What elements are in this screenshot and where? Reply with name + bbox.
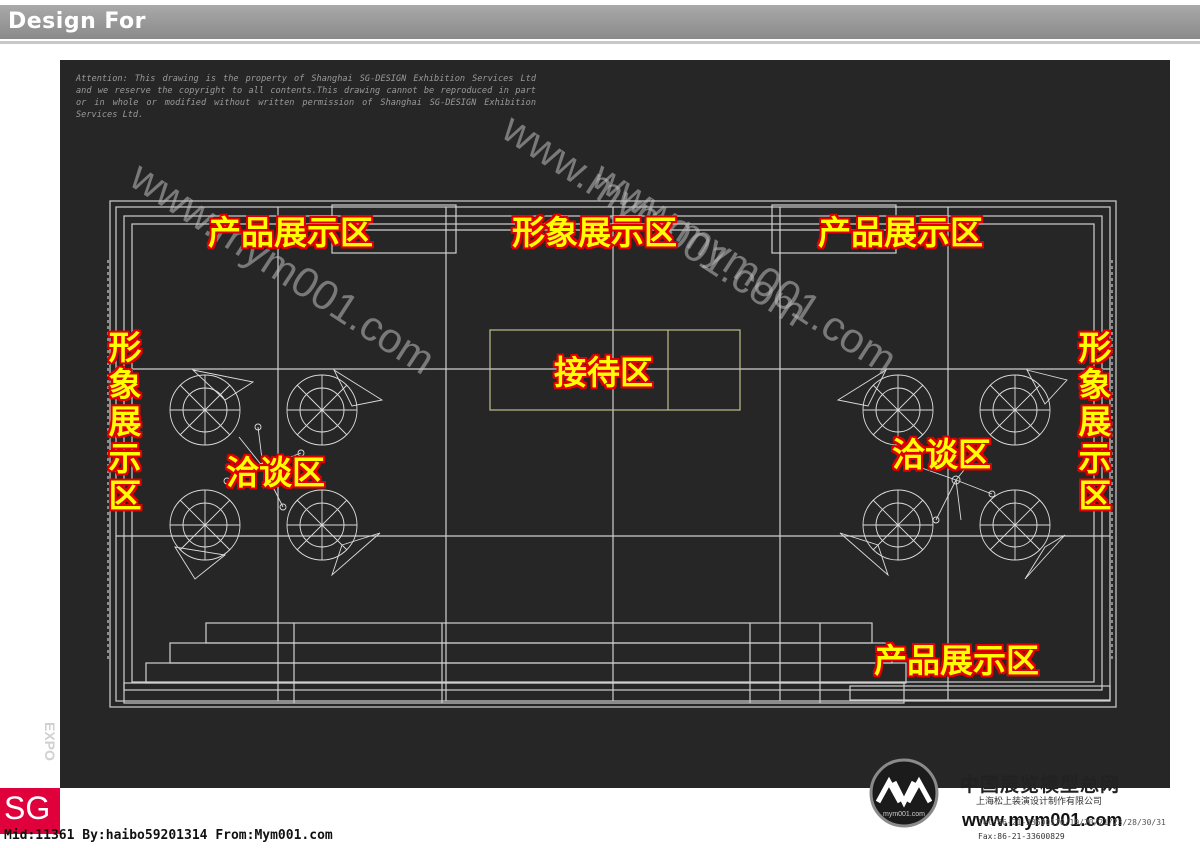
zone-label-product-display: 产品展示区 — [874, 641, 1039, 680]
brand-fax: Fax:86-21-33600829 — [978, 832, 1065, 841]
header-divider — [0, 41, 1200, 44]
title-bar: Design For — [0, 5, 1200, 39]
sg-logo-text: SG — [4, 790, 51, 826]
floor-plan-canvas: Attention: This drawing is the property … — [60, 60, 1170, 788]
zone-label-image-display: 形象展示区 — [512, 213, 677, 252]
zone-label-reception: 接待区 — [554, 353, 653, 392]
expo-side-mark: EXPO — [42, 722, 58, 761]
brand-logo-icon: mym001.com — [869, 758, 939, 828]
brand-phone: Tel:86-21-33600170/19/20/21/23/28/30/31 — [978, 818, 1166, 827]
zone-label-product-display: 产品展示区 — [818, 213, 983, 252]
footer-meta: Mid:11361 By:haibo59201314 From:Mym001.c… — [4, 828, 333, 843]
zone-label-negotiation: 洽谈区 — [226, 453, 325, 492]
brand-logo-caption: mym001.com — [883, 811, 925, 818]
zone-label-image-display-right: 形象展示区 — [1073, 330, 1112, 515]
zone-label-negotiation: 洽谈区 — [892, 435, 991, 474]
brand-name: 中国展览模型总网 — [960, 774, 1121, 796]
zone-label-image-display-left: 形象展示区 — [103, 330, 142, 515]
page-title: Design For — [8, 9, 146, 34]
brand-block: 中国展览模型总网 上海松上装演设计制作有限公司 www.mym001.com T… — [960, 770, 1196, 841]
brand-company: 上海松上装演设计制作有限公司 — [976, 797, 1103, 807]
zone-label-product-display: 产品展示区 — [208, 213, 373, 252]
